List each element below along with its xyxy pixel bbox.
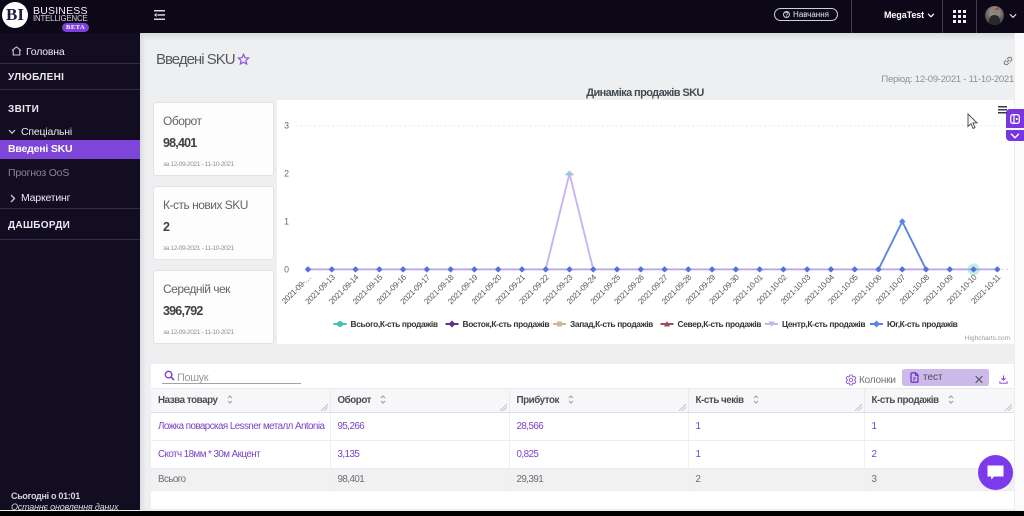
svg-text:Центр,К-сть продажів: Центр,К-сть продажів: [782, 319, 865, 329]
svg-text:Восток,К-сть продажів: Восток,К-сть продажів: [463, 319, 550, 329]
svg-text:1: 1: [284, 217, 289, 227]
svg-text:Запад,К-сть продажів: Запад,К-сть продажів: [570, 319, 653, 329]
svg-text:Юг,К-сть продажів: Юг,К-сть продажів: [887, 319, 958, 329]
svg-text:Highcharts.com: Highcharts.com: [965, 335, 1010, 342]
svg-text:Всього,К-сть продажів: Всього,К-сть продажів: [351, 319, 438, 329]
svg-text:3: 3: [284, 121, 289, 131]
svg-text:2: 2: [284, 169, 289, 179]
svg-text:0: 0: [284, 264, 289, 274]
svg-text:Север,К-сть продажів: Север,К-сть продажів: [678, 319, 762, 329]
